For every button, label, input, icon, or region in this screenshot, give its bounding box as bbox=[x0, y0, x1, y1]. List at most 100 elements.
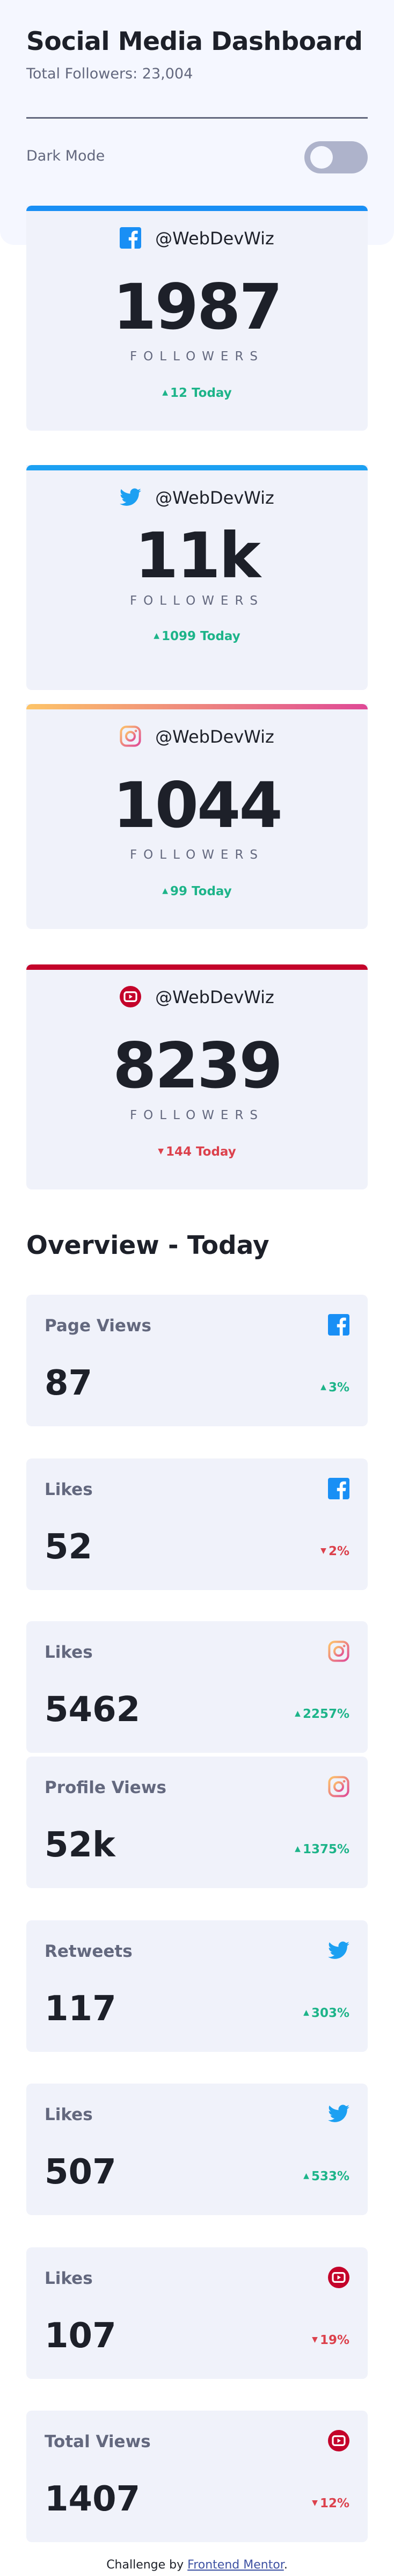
instagram-icon bbox=[120, 725, 141, 747]
follower-count: 11k bbox=[135, 519, 261, 592]
dark-mode-label: Dark Mode bbox=[26, 148, 105, 164]
today-change-text: 144 Today bbox=[166, 1145, 236, 1159]
overview-change: ▲ 1375% bbox=[295, 1842, 349, 1856]
overview-card-twitter-likes[interactable]: Likes 507 ▲ 533% bbox=[26, 2084, 368, 2215]
footer-attribution: Challenge by Frontend Mentor. bbox=[0, 2558, 394, 2572]
change-text: 2% bbox=[328, 1544, 349, 1558]
overview-value: 117 bbox=[45, 1989, 116, 2029]
follower-card-instagram[interactable]: @WebDevWiz 1044 FOLLOWERS ▲ 99 Today bbox=[26, 704, 368, 929]
overview-label: Retweets bbox=[45, 1942, 133, 1961]
follower-card-facebook[interactable]: @WebDevWiz 1987 FOLLOWERS ▲ 12 Today bbox=[26, 206, 368, 431]
youtube-icon bbox=[120, 986, 142, 1007]
instagram-icon bbox=[328, 1776, 349, 1797]
overview-value: 87 bbox=[45, 1363, 93, 1403]
card-accent-bar bbox=[26, 465, 368, 470]
today-change-text: 1099 Today bbox=[162, 629, 240, 643]
arrow-up-icon: ▲ bbox=[303, 2008, 309, 2017]
total-followers: Total Followers: 23,004 bbox=[26, 66, 193, 82]
dark-mode-toggle-knob[interactable] bbox=[310, 146, 333, 169]
arrow-down-icon: ▼ bbox=[320, 1546, 326, 1555]
follower-handle: @WebDevWiz bbox=[155, 987, 274, 1007]
change-text: 12% bbox=[319, 2497, 349, 2510]
facebook-icon bbox=[120, 227, 142, 249]
followers-label: FOLLOWERS bbox=[129, 350, 265, 364]
overview-value: 5462 bbox=[45, 1690, 141, 1730]
overview-change: ▲ 2257% bbox=[295, 1707, 349, 1721]
card-accent-bar bbox=[26, 964, 368, 970]
followers-label: FOLLOWERS bbox=[129, 594, 265, 608]
today-change-text: 99 Today bbox=[170, 884, 232, 898]
arrow-up-icon: ▲ bbox=[295, 1709, 301, 1718]
overview-label: Likes bbox=[45, 2105, 93, 2124]
twitter-icon bbox=[328, 1940, 349, 1961]
overview-card-facebook-likes[interactable]: Likes 52 ▼ 2% bbox=[26, 1458, 368, 1590]
twitter-icon bbox=[120, 487, 142, 508]
arrow-down-icon: ▼ bbox=[312, 2335, 318, 2344]
overview-card-instagram-profile-views[interactable]: Profile Views 52k ▲ 1375% bbox=[26, 1757, 368, 1888]
facebook-icon bbox=[328, 1478, 349, 1499]
followers-today: ▲ 1099 Today bbox=[26, 629, 368, 643]
overview-change: ▲ 303% bbox=[303, 2006, 349, 2020]
overview-value: 52k bbox=[45, 1825, 115, 1865]
change-text: 3% bbox=[328, 1381, 349, 1395]
overview-label: Likes bbox=[45, 2269, 93, 2288]
overview-card-facebook-page-views[interactable]: Page Views 87 ▲ 3% bbox=[26, 1295, 368, 1426]
header-divider bbox=[26, 117, 368, 119]
overview-title: Overview - Today bbox=[26, 1231, 269, 1260]
overview-change: ▲ 533% bbox=[303, 2169, 349, 2183]
followers-label: FOLLOWERS bbox=[129, 848, 265, 862]
overview-card-youtube-likes[interactable]: Likes 107 ▼ 19% bbox=[26, 2247, 368, 2379]
frontend-mentor-link[interactable]: Frontend Mentor bbox=[187, 2558, 284, 2572]
change-text: 1375% bbox=[302, 1842, 349, 1856]
followers-label: FOLLOWERS bbox=[129, 1108, 265, 1122]
overview-label: Likes bbox=[45, 1643, 93, 1662]
follower-card-youtube[interactable]: @WebDevWiz 8239 FOLLOWERS ▼ 144 Today bbox=[26, 964, 368, 1189]
instagram-icon bbox=[328, 1641, 349, 1662]
today-change-text: 12 Today bbox=[170, 386, 232, 400]
youtube-icon bbox=[328, 2267, 349, 2288]
overview-card-twitter-retweets[interactable]: Retweets 117 ▲ 303% bbox=[26, 1920, 368, 2052]
followers-today: ▼ 144 Today bbox=[26, 1145, 368, 1159]
overview-label: Profile Views bbox=[45, 1778, 166, 1797]
footer-suffix: . bbox=[283, 2558, 288, 2572]
follower-handle: @WebDevWiz bbox=[155, 228, 274, 249]
footer-prefix: Challenge by bbox=[106, 2558, 184, 2572]
follower-count: 1044 bbox=[113, 768, 283, 842]
arrow-up-icon: ▲ bbox=[320, 1382, 326, 1391]
followers-today: ▲ 12 Today bbox=[26, 386, 368, 400]
overview-change: ▼ 12% bbox=[312, 2497, 349, 2510]
change-text: 303% bbox=[311, 2006, 349, 2020]
arrow-up-icon: ▲ bbox=[295, 1844, 301, 1853]
followers-today: ▲ 99 Today bbox=[26, 884, 368, 898]
follower-handle: @WebDevWiz bbox=[155, 488, 274, 508]
follower-card-twitter[interactable]: @WebDevWiz 11k FOLLOWERS ▲ 1099 Today bbox=[26, 465, 368, 690]
overview-value: 107 bbox=[45, 2316, 116, 2356]
overview-card-youtube-total-views[interactable]: Total Views 1407 ▼ 12% bbox=[26, 2411, 368, 2542]
follower-count: 1987 bbox=[113, 270, 283, 344]
overview-card-instagram-likes[interactable]: Likes 5462 ▲ 2257% bbox=[26, 1621, 368, 1753]
overview-value: 1407 bbox=[45, 2479, 141, 2519]
overview-change: ▼ 2% bbox=[320, 1544, 349, 1558]
change-text: 533% bbox=[311, 2169, 349, 2183]
overview-change: ▼ 19% bbox=[312, 2333, 349, 2347]
card-accent-bar bbox=[26, 704, 368, 709]
overview-change: ▲ 3% bbox=[320, 1381, 349, 1395]
overview-label: Likes bbox=[45, 1480, 93, 1499]
change-text: 2257% bbox=[302, 1707, 349, 1721]
card-accent-bar bbox=[26, 206, 368, 211]
youtube-icon bbox=[328, 2430, 349, 2451]
twitter-icon bbox=[328, 2103, 349, 2124]
overview-value: 507 bbox=[45, 2152, 116, 2192]
overview-label: Total Views bbox=[45, 2432, 151, 2451]
overview-value: 52 bbox=[45, 1527, 93, 1567]
arrow-up-icon: ▲ bbox=[162, 886, 169, 895]
arrow-down-icon: ▼ bbox=[312, 2498, 318, 2507]
overview-label: Page Views bbox=[45, 1316, 152, 1336]
follower-count: 8239 bbox=[113, 1029, 283, 1102]
arrow-up-icon: ▲ bbox=[162, 388, 169, 397]
arrow-up-icon: ▲ bbox=[154, 631, 160, 640]
page-title: Social Media Dashboard bbox=[26, 27, 363, 56]
dark-mode-toggle[interactable] bbox=[304, 141, 368, 173]
change-text: 19% bbox=[319, 2333, 349, 2347]
facebook-icon bbox=[328, 1314, 349, 1336]
